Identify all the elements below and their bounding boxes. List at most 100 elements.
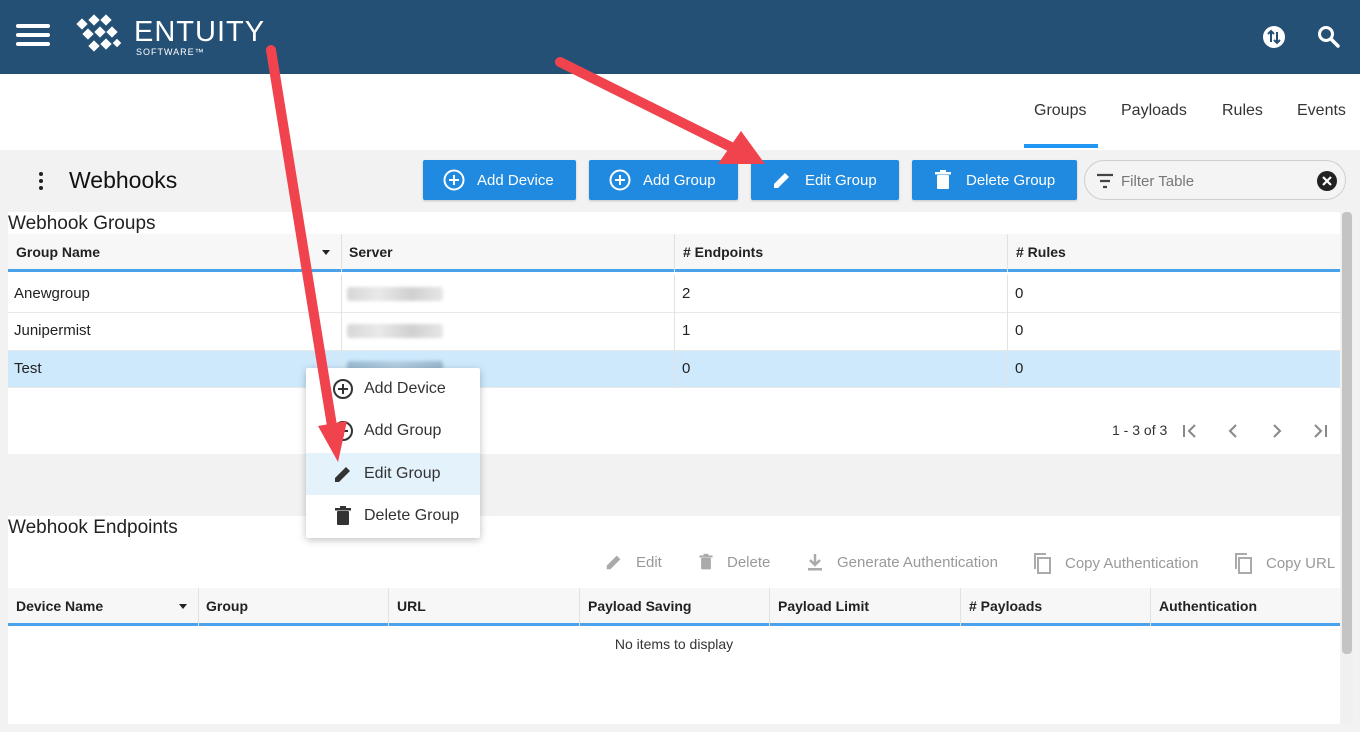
delete-group-button[interactable]: Delete Group <box>912 160 1077 200</box>
col-rules[interactable]: # Rules <box>1016 244 1066 260</box>
rules-cell: 0 <box>1015 322 1024 339</box>
col-endpoints[interactable]: # Endpoints <box>683 244 763 260</box>
tab-payloads[interactable]: Payloads <box>1121 102 1187 120</box>
endpoints-cell: 0 <box>682 360 691 377</box>
column-divider <box>1007 275 1008 313</box>
rules-cell: 0 <box>1015 285 1024 302</box>
menu-item-add-device[interactable]: Add Device <box>306 368 480 410</box>
col-payload-limit[interactable]: Payload Limit <box>778 598 869 614</box>
add-circle-icon <box>333 421 353 441</box>
endpoints-cell: 2 <box>682 285 691 302</box>
table-row[interactable]: Anewgroup 2 0 <box>8 275 1340 313</box>
next-page-icon[interactable] <box>1266 420 1288 442</box>
trash-icon <box>699 553 713 570</box>
edit-endpoint-button[interactable]: Edit <box>604 552 662 572</box>
context-menu: Add Device Add Group Edit Group Delete G… <box>306 368 480 538</box>
menu-item-add-group[interactable]: Add Group <box>306 410 480 452</box>
search-icon[interactable] <box>1314 22 1344 52</box>
col-group-name[interactable]: Group Name <box>16 244 100 260</box>
prev-page-icon[interactable] <box>1222 420 1244 442</box>
table-row-selected[interactable]: Test 0 0 <box>8 351 1340 388</box>
menu-item-edit-group[interactable]: Edit Group <box>306 453 480 495</box>
tab-rules[interactable]: Rules <box>1222 102 1263 120</box>
generate-authentication-button[interactable]: Generate Authentication <box>805 552 998 572</box>
add-group-label: Add Group <box>643 171 716 189</box>
copy-authentication-label: Copy Authentication <box>1065 554 1199 572</box>
column-divider <box>388 588 389 626</box>
group-name-cell: Anewgroup <box>14 285 90 302</box>
copy-url-button[interactable]: Copy URL <box>1232 552 1335 574</box>
column-divider <box>341 313 342 351</box>
column-divider <box>674 351 675 388</box>
add-device-button[interactable]: Add Device <box>423 160 576 200</box>
edit-endpoint-label: Edit <box>636 553 662 571</box>
col-server[interactable]: Server <box>349 244 393 260</box>
last-page-icon[interactable] <box>1309 420 1331 442</box>
column-divider <box>674 275 675 313</box>
add-device-label: Add Device <box>477 171 554 189</box>
empty-table-message: No items to display <box>614 636 734 652</box>
column-divider <box>674 234 675 272</box>
copy-authentication-button[interactable]: Copy Authentication <box>1031 552 1198 574</box>
delete-endpoint-button[interactable]: Delete <box>697 552 770 572</box>
col-device-name[interactable]: Device Name <box>16 598 103 614</box>
pencil-icon <box>335 467 350 482</box>
column-divider <box>341 234 342 272</box>
copy-url-label: Copy URL <box>1266 554 1336 572</box>
column-divider <box>1007 234 1008 272</box>
tab-events[interactable]: Events <box>1297 102 1346 120</box>
copy-icon <box>1034 553 1051 574</box>
column-divider <box>198 588 199 626</box>
column-divider <box>1007 351 1008 388</box>
edit-group-button[interactable]: Edit Group <box>751 160 899 200</box>
column-divider <box>960 588 961 626</box>
top-bar: ENTUITY SOFTWARE™ <box>0 0 1360 74</box>
column-divider <box>674 313 675 351</box>
col-payload-saving[interactable]: Payload Saving <box>588 598 691 614</box>
add-group-button[interactable]: Add Group <box>589 160 738 200</box>
edit-group-label: Edit Group <box>805 171 877 189</box>
clear-icon[interactable] <box>1316 170 1338 192</box>
delete-group-label: Delete Group <box>966 171 1056 189</box>
webhook-endpoints-title: Webhook Endpoints <box>8 517 178 538</box>
delete-endpoint-label: Delete <box>727 553 771 571</box>
add-circle-icon <box>609 169 631 191</box>
add-circle-icon <box>443 169 465 191</box>
rules-cell: 0 <box>1015 360 1024 377</box>
menu-item-label: Add Device <box>364 380 446 397</box>
add-circle-icon <box>333 379 353 399</box>
column-divider <box>1007 313 1008 351</box>
swap-icon[interactable] <box>1259 22 1289 52</box>
endpoints-cell: 1 <box>682 322 691 339</box>
group-name-cell: Junipermist <box>14 322 91 339</box>
logo[interactable]: ENTUITY SOFTWARE™ <box>74 14 274 60</box>
sort-down-icon[interactable] <box>321 247 331 257</box>
more-options-icon[interactable] <box>36 172 46 192</box>
filter-input[interactable] <box>1121 170 1301 192</box>
first-page-icon[interactable] <box>1179 420 1201 442</box>
menu-icon[interactable] <box>16 24 50 46</box>
groups-table-header: Group Name Server # Endpoints # Rules <box>8 234 1340 272</box>
generate-authentication-label: Generate Authentication <box>837 553 998 571</box>
scrollbar-thumb[interactable] <box>1342 212 1352 654</box>
column-divider <box>579 588 580 626</box>
column-divider <box>769 588 770 626</box>
col-url[interactable]: URL <box>397 598 426 614</box>
column-divider <box>341 275 342 313</box>
pager-status: 1 - 3 of 3 <box>1112 422 1168 438</box>
pencil-icon <box>606 555 621 570</box>
column-divider <box>1150 588 1151 626</box>
table-row[interactable]: Junipermist 1 0 <box>8 313 1340 351</box>
tab-groups[interactable]: Groups <box>1023 102 1100 148</box>
col-authentication[interactable]: Authentication <box>1159 598 1257 614</box>
sort-down-icon[interactable] <box>178 601 188 611</box>
col-payloads[interactable]: # Payloads <box>969 598 1042 614</box>
trash-icon <box>935 170 951 189</box>
endpoints-table-header: Device Name Group URL Payload Saving Pay… <box>8 588 1340 626</box>
menu-item-delete-group[interactable]: Delete Group <box>306 495 480 537</box>
copy-icon <box>1235 553 1252 574</box>
page-title: Webhooks <box>69 167 178 193</box>
col-group[interactable]: Group <box>206 598 248 614</box>
brand-subtitle: SOFTWARE™ <box>136 47 205 57</box>
filter-icon <box>1097 173 1113 189</box>
